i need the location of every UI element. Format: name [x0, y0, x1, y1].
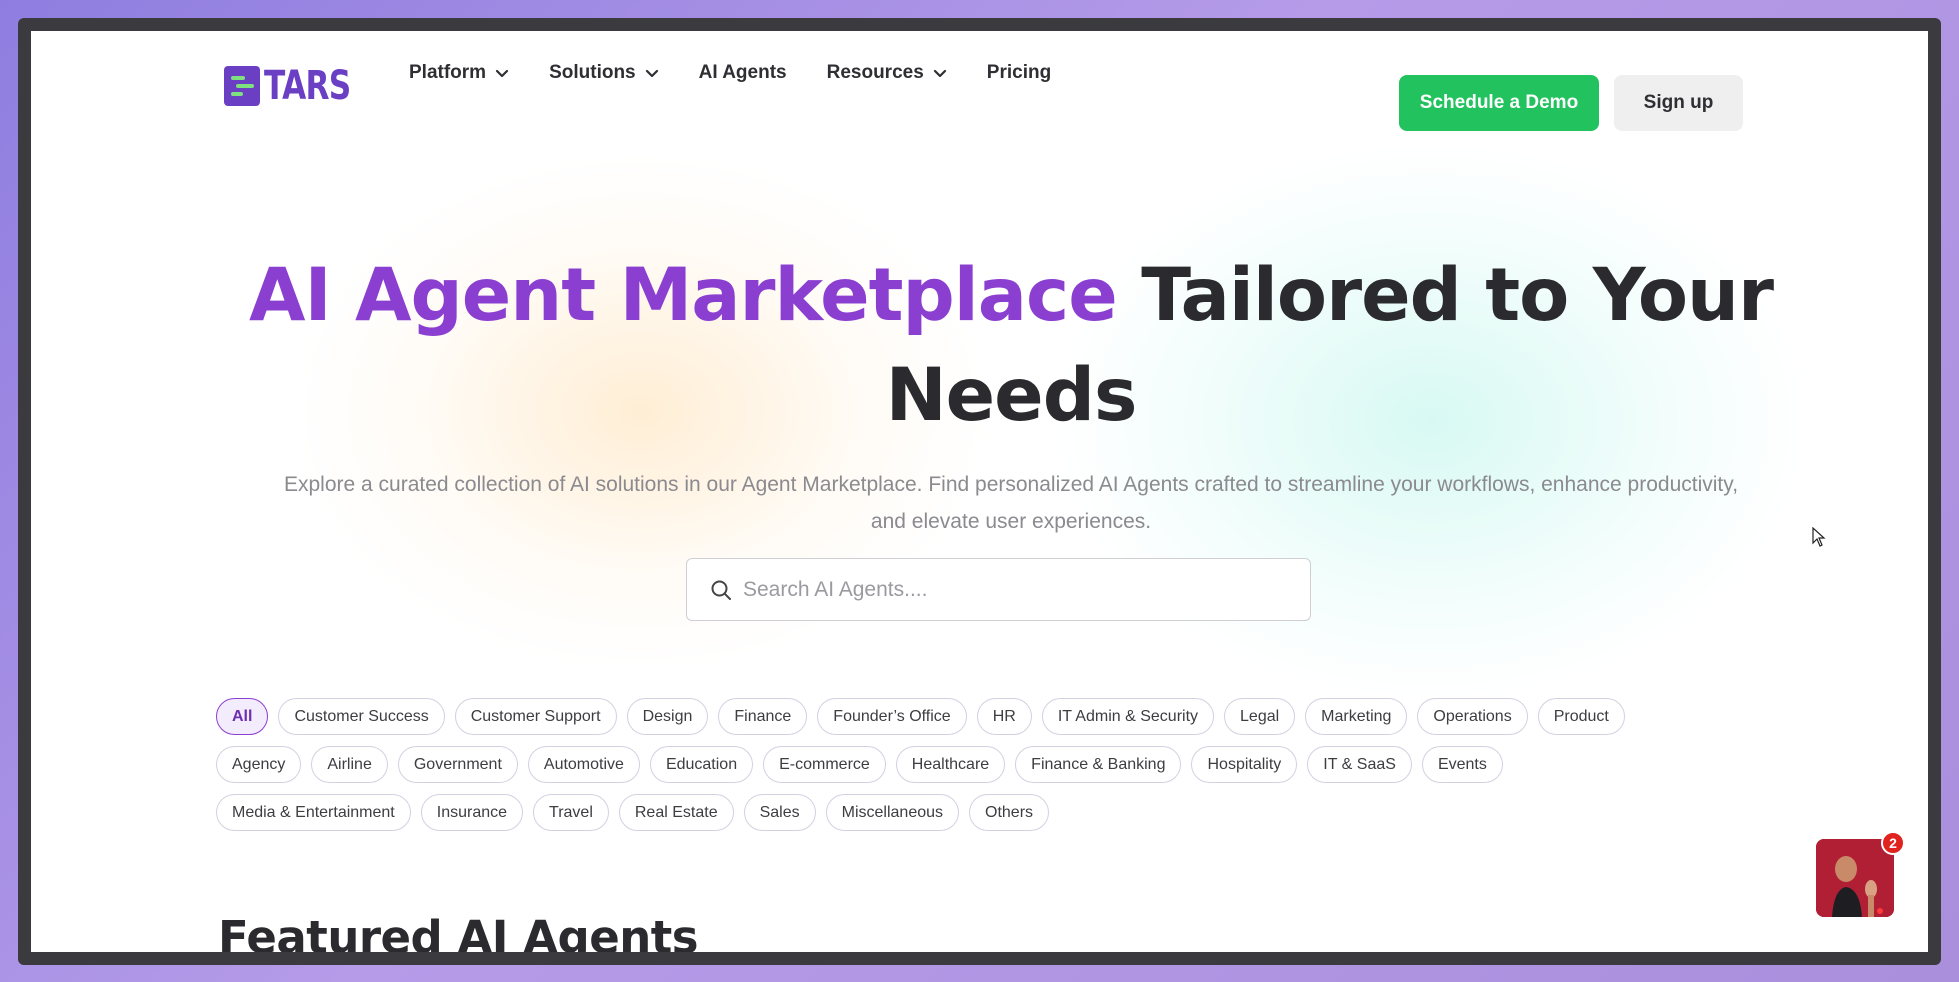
logo[interactable]: TARS	[224, 63, 375, 109]
filter-tag[interactable]: Real Estate	[618, 794, 734, 831]
nav-item-resources[interactable]: Resources	[827, 62, 947, 84]
nav-item-label: Platform	[409, 62, 487, 83]
schedule-demo-button[interactable]: Schedule a Demo	[1399, 75, 1599, 131]
filter-tag[interactable]: Design	[626, 698, 709, 735]
nav-item-label: Resources	[826, 62, 924, 83]
filter-tag[interactable]: Sales	[743, 794, 816, 831]
search-box[interactable]	[686, 558, 1311, 621]
title-accent: AI Agent Marketplace	[248, 253, 1118, 338]
filter-tag[interactable]: Healthcare	[895, 746, 1006, 783]
filter-tag[interactable]: Founder’s Office	[817, 698, 967, 735]
nav-item-ai-agents[interactable]: AI Agents	[699, 62, 787, 84]
filter-row: All Customer Success Customer Support Desig…	[216, 698, 1776, 735]
filter-tag[interactable]: Customer Success	[278, 698, 445, 735]
notification-badge: 2	[1881, 831, 1905, 855]
filter-tag[interactable]: All	[216, 698, 269, 735]
filter-tag[interactable]: Miscellaneous	[825, 794, 960, 831]
category-filters: All Customer Success Customer Support Desig…	[216, 698, 1776, 842]
mouse-cursor-icon	[1812, 527, 1826, 547]
filter-tag[interactable]: Agency	[216, 746, 302, 783]
filter-tag[interactable]: Legal	[1224, 698, 1296, 735]
filter-tag[interactable]: Hospitality	[1191, 746, 1298, 783]
filter-tag[interactable]: Operations	[1417, 698, 1528, 735]
filter-tag[interactable]: Marketing	[1305, 698, 1408, 735]
nav-links: Platform Solutions AI Agents Resources Prici…	[409, 31, 1091, 115]
person-waving-icon	[1816, 839, 1894, 917]
search-icon	[711, 580, 731, 600]
nav-item-label: AI Agents	[698, 62, 787, 83]
nav-item-pricing[interactable]: Pricing	[987, 62, 1051, 84]
page-title: AI Agent Marketplace Tailored to Your Ne…	[181, 246, 1841, 446]
filter-tag[interactable]: Finance	[718, 698, 808, 735]
filter-tag[interactable]: Finance & Banking	[1015, 746, 1182, 783]
chevron-down-icon	[933, 69, 946, 78]
chevron-down-icon	[645, 69, 658, 78]
logo-icon	[224, 66, 260, 106]
top-nav: TARS Platform Solutions AI Agents Resources…	[31, 31, 1928, 141]
filter-tag[interactable]: HR	[976, 698, 1032, 735]
filter-tag[interactable]: IT & SaaS	[1307, 746, 1412, 783]
logo-text: TARS	[264, 63, 351, 109]
sign-up-button[interactable]: Sign up	[1614, 75, 1743, 131]
chat-widget-button[interactable]	[1816, 839, 1894, 917]
chevron-down-icon	[495, 69, 509, 78]
filter-tag[interactable]: E-commerce	[763, 746, 886, 783]
search-input[interactable]	[743, 577, 1283, 602]
filter-tag[interactable]: Education	[649, 746, 754, 783]
filter-tag[interactable]: Customer Support	[454, 698, 617, 735]
filter-row: Agency Airline Government Automotive Educati…	[216, 746, 1776, 783]
filter-tag[interactable]: Insurance	[420, 794, 524, 831]
filter-tag[interactable]: Others	[969, 794, 1050, 831]
filter-tag[interactable]: Automotive	[527, 746, 640, 783]
filter-tag[interactable]: IT Admin & Security	[1041, 698, 1215, 735]
filter-tag[interactable]: Travel	[533, 794, 609, 831]
filter-tag[interactable]: Airline	[311, 746, 388, 783]
filter-row: Media & Entertainment Insurance Travel Real…	[216, 794, 1776, 831]
nav-item-platform[interactable]: Platform	[409, 62, 509, 84]
filter-tag[interactable]: Product	[1537, 698, 1625, 735]
featured-heading: Featured AI Agents	[218, 911, 699, 952]
browser-frame: TARS Platform Solutions AI Agents Resources…	[18, 18, 1941, 965]
filter-tag[interactable]: Media & Entertainment	[216, 794, 411, 831]
hero-subtitle: Explore a curated collection of AI solut…	[283, 473, 1739, 533]
filter-tag[interactable]: Government	[397, 746, 518, 783]
nav-item-label: Solutions	[549, 62, 636, 83]
filter-tag[interactable]: Events	[1421, 746, 1503, 783]
nav-item-solutions[interactable]: Solutions	[549, 62, 659, 84]
page: TARS Platform Solutions AI Agents Resources…	[31, 31, 1928, 952]
nav-item-label: Pricing	[986, 62, 1052, 83]
